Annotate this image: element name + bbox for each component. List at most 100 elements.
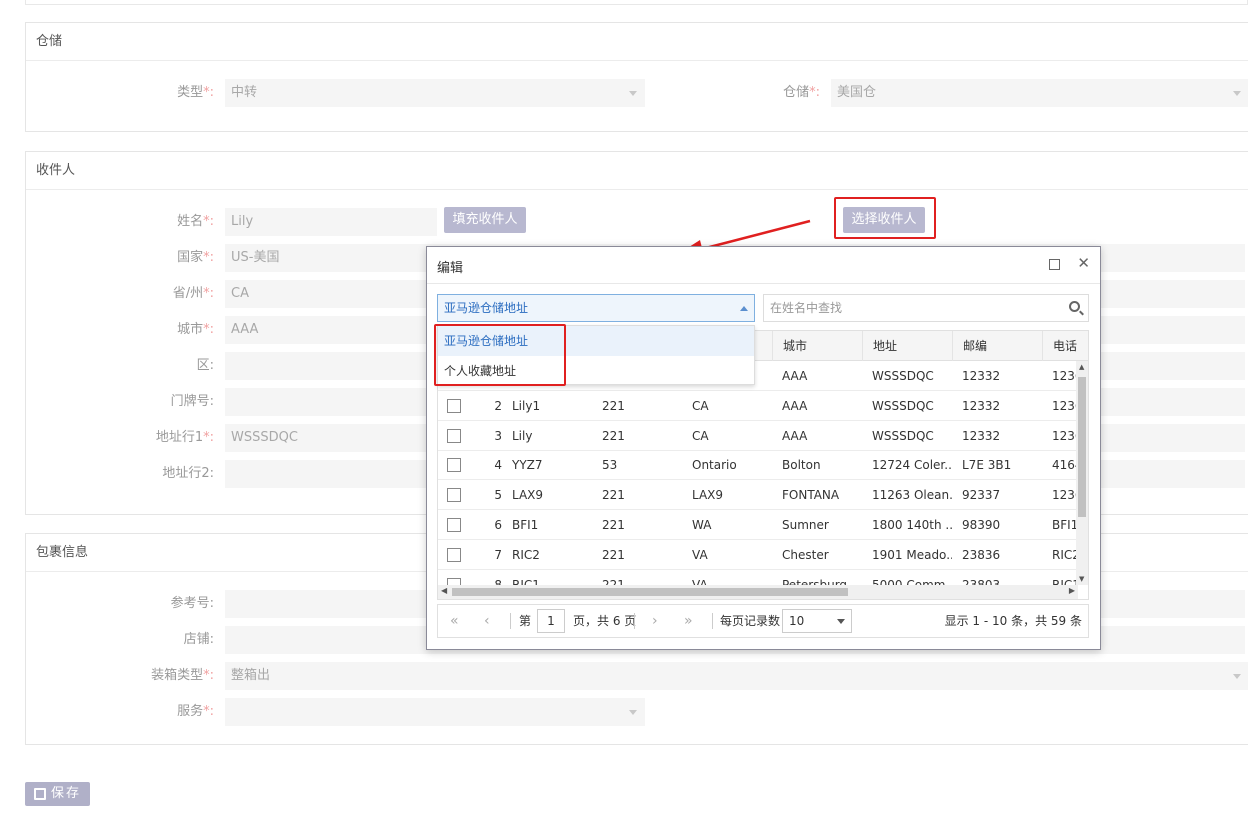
row-checkbox[interactable]	[447, 458, 461, 473]
service-label: 服务*:	[177, 704, 214, 719]
search-icon[interactable]	[1069, 301, 1080, 312]
address2-label: 地址行2:	[162, 466, 214, 481]
per-page-label: 每页记录数	[720, 614, 781, 628]
service-select[interactable]	[225, 698, 645, 726]
close-icon[interactable]: ✕	[1077, 254, 1090, 272]
row-phone-cell: RIC2	[1052, 547, 1076, 562]
chevron-up-icon	[740, 306, 748, 311]
row-number-cell: 2	[494, 398, 502, 413]
name-search-input[interactable]: 在姓名中查找	[763, 294, 1089, 322]
name-field[interactable]: Lily	[225, 208, 437, 236]
row-zip-cell: 12332	[962, 369, 1001, 383]
row-state-cell: CA	[692, 398, 709, 413]
vertical-scrollbar[interactable]: ▲ ▼	[1076, 361, 1088, 585]
province-label: 省/州*:	[172, 286, 214, 301]
dialog-title: 编辑	[437, 261, 464, 276]
row-city-cell: FONTANA	[782, 488, 840, 503]
warehouse-label: 仓储*:	[783, 85, 820, 100]
recipient-panel-title: 收件人	[26, 152, 1248, 190]
row-zip-cell: 98390	[962, 518, 1001, 532]
column-header-zip[interactable]: 邮编	[952, 331, 1042, 361]
highlight-box-select-button	[834, 197, 936, 239]
chevron-down-icon	[837, 619, 845, 624]
row-state-cell: Ontario	[692, 458, 737, 473]
warehouse-select[interactable]: 美国仓	[831, 79, 1248, 107]
highlight-box-dropdown	[434, 324, 566, 386]
pager-separator	[712, 613, 713, 629]
dialog-header-divider	[427, 283, 1100, 284]
row-city-cell: Sumner	[782, 518, 829, 532]
scroll-right-icon[interactable]: ▶	[1069, 586, 1075, 595]
row-number-cell: 7	[494, 547, 502, 562]
row-name-cell: LAX9	[512, 488, 544, 503]
maximize-icon[interactable]	[1049, 259, 1060, 270]
per-page-select[interactable]: 10	[782, 609, 852, 633]
row-address-cell: 1800 140th ...	[872, 518, 952, 532]
row-code-cell: 221	[602, 518, 625, 532]
page: 仓储 类型*: 中转 仓储*: 美国仓 收件人 姓名*: Lily 国家*: U…	[0, 0, 1248, 830]
row-number-cell: 4	[494, 458, 502, 473]
pagination-bar: « ‹ 第 1 页，共 6 页 › » 每页记录数 10 显示 1 - 10 条…	[437, 604, 1089, 638]
row-phone-cell: 1236	[1052, 488, 1076, 503]
row-code-cell: 221	[602, 547, 625, 562]
row-checkbox[interactable]	[447, 547, 461, 562]
vertical-scroll-thumb[interactable]	[1078, 377, 1086, 517]
door-number-label: 门牌号:	[170, 394, 214, 409]
row-number-cell: 6	[494, 518, 502, 532]
row-address-cell: 12724 Coler...	[872, 458, 952, 473]
scroll-up-icon[interactable]: ▲	[1079, 363, 1084, 371]
row-phone-cell: 4164	[1052, 458, 1076, 473]
row-checkbox[interactable]	[447, 518, 461, 532]
horizontal-scroll-thumb[interactable]	[452, 588, 848, 596]
top-panel-edge	[25, 0, 1248, 5]
row-city-cell: AAA	[782, 398, 808, 413]
horizontal-scrollbar[interactable]: ◀ ▶	[438, 585, 1078, 599]
table-row[interactable]: 5 LAX9 221 LAX9 FONTANA 11263 Olean... 92337 12…	[438, 480, 1078, 511]
reference-label: 参考号:	[170, 596, 214, 611]
scroll-left-icon[interactable]: ◀	[441, 586, 447, 595]
row-checkbox[interactable]	[447, 488, 461, 503]
page-number-input[interactable]: 1	[537, 609, 565, 633]
row-code-cell: 221	[602, 488, 625, 503]
chevron-down-icon	[1233, 91, 1241, 96]
scroll-down-icon[interactable]: ▼	[1079, 575, 1084, 583]
row-city-cell: AAA	[782, 428, 808, 443]
row-number-cell: 5	[494, 488, 502, 503]
next-page-icon[interactable]: ›	[652, 605, 658, 637]
row-phone-cell: 1236	[1052, 398, 1076, 413]
row-checkbox[interactable]	[447, 428, 461, 443]
column-header-city[interactable]: 城市	[772, 331, 862, 361]
row-zip-cell: 92337	[962, 488, 1001, 503]
row-zip-cell: 12332	[962, 428, 1001, 443]
column-header-phone[interactable]: 电话	[1042, 331, 1088, 361]
save-disk-icon	[34, 788, 46, 800]
table-row[interactable]: 4 YYZ7 53 Ontario Bolton 12724 Coler... L7E 3B…	[438, 450, 1078, 481]
warehouse-panel-title: 仓储	[26, 23, 1248, 61]
row-state-cell: VA	[692, 547, 708, 562]
page-prefix: 第	[519, 614, 532, 628]
first-page-icon[interactable]: «	[450, 605, 459, 637]
last-page-icon[interactable]: »	[684, 605, 693, 637]
table-row[interactable]: 7 RIC2 221 VA Chester 1901 Meado... 23836 RIC2	[438, 540, 1078, 570]
table-row[interactable]: 2 Lily1 221 CA AAA WSSSDQC 12332 1236	[438, 391, 1078, 421]
table-row[interactable]: 6 BFI1 221 WA Sumner 1800 140th ... 98390 BFI1	[438, 510, 1078, 540]
prev-page-icon[interactable]: ‹	[484, 605, 490, 637]
row-checkbox[interactable]	[447, 398, 461, 413]
save-button[interactable]: 保存	[25, 782, 90, 806]
row-phone-cell: 1236	[1052, 428, 1076, 443]
save-button-label: 保存	[51, 786, 82, 801]
table-row[interactable]: 3 Lily 221 CA AAA WSSSDQC 12332 1236	[438, 421, 1078, 451]
row-name-cell: BFI1	[512, 518, 539, 532]
pager-separator	[634, 613, 635, 629]
pager-separator	[510, 613, 511, 629]
address-source-select[interactable]: 亚马逊仓储地址	[437, 294, 755, 322]
column-header-address[interactable]: 地址	[862, 331, 952, 361]
type-select[interactable]: 中转	[225, 79, 645, 107]
row-city-cell: Chester	[782, 547, 829, 562]
address1-label: 地址行1*:	[155, 430, 214, 445]
row-phone-cell: 1236	[1052, 369, 1076, 383]
packing-type-select[interactable]: 整箱出	[225, 662, 1248, 690]
pager-summary: 显示 1 - 10 条，共 59 条	[944, 614, 1082, 628]
fill-recipient-button[interactable]: 填充收件人	[444, 207, 526, 233]
chevron-down-icon	[629, 91, 637, 96]
